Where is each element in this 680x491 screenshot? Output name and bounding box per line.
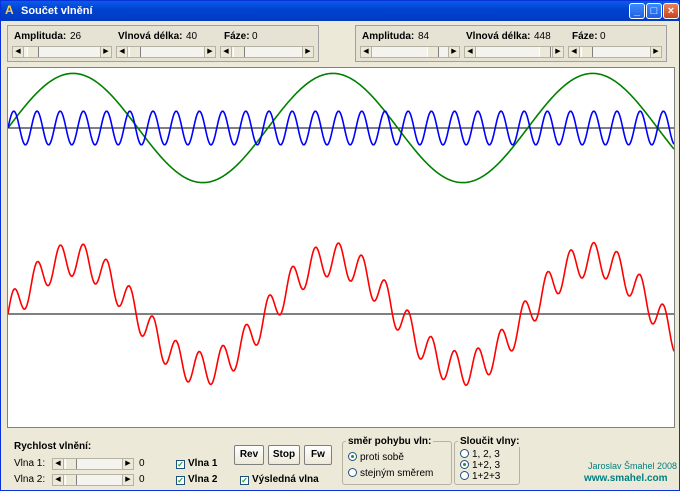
wave-left-wavelength-slider[interactable]: ◀ ▶: [116, 46, 216, 58]
author-credit: Jaroslav Šmahel 2008: [588, 461, 678, 471]
slider-thumb[interactable]: [581, 47, 593, 57]
scroll-left-icon[interactable]: ◀: [569, 47, 580, 57]
scroll-right-icon[interactable]: ▶: [650, 47, 661, 57]
fw-button[interactable]: Fw: [304, 445, 332, 465]
minimize-button[interactable]: _: [629, 3, 645, 19]
wave2-checkbox[interactable]: ✓ Vlna 2: [176, 474, 217, 485]
stop-button[interactable]: Stop: [268, 445, 300, 465]
direction-opposite-label: proti sobě: [360, 452, 404, 463]
wave1-checkbox-label: Vlna 1: [188, 458, 218, 469]
checkmark-icon: ✓: [176, 476, 185, 485]
checkmark-icon: ✓: [176, 460, 185, 469]
radio-selected-icon: [460, 460, 469, 469]
wave2-speed-slider[interactable]: ◀ ▶: [52, 474, 134, 486]
direction-same-radio[interactable]: stejným směrem: [348, 468, 433, 479]
close-button[interactable]: ×: [663, 3, 679, 19]
merge-option-1-radio[interactable]: 1, 2, 3: [460, 449, 500, 460]
scroll-left-icon[interactable]: ◀: [465, 47, 476, 57]
result-wave-checkbox-label: Výsledná vlna: [252, 474, 319, 485]
maximize-button[interactable]: □: [646, 3, 662, 19]
slider-thumb[interactable]: [233, 47, 245, 57]
wave-right-wavelength-label: Vlnová délka:: [466, 31, 531, 42]
wave-left-wavelength-label: Vlnová délka:: [118, 31, 183, 42]
wave-right-phase-label: Fáze:: [572, 31, 598, 42]
speed-title: Rychlost vlnění:: [14, 441, 92, 452]
scroll-right-icon[interactable]: ▶: [122, 475, 133, 485]
wave-left-amplitude-slider[interactable]: ◀ ▶: [12, 46, 112, 58]
radio-unselected-icon: [348, 468, 357, 477]
wave1-speed-slider[interactable]: ◀ ▶: [52, 458, 134, 470]
wave-left-phase-label: Fáze:: [224, 31, 250, 42]
wave2-checkbox-label: Vlna 2: [188, 474, 218, 485]
slider-thumb[interactable]: [27, 47, 39, 57]
wave-plot: [7, 72, 675, 387]
wave-left-amplitude-value: 26: [70, 31, 82, 42]
wave-right-amplitude-label: Amplituda:: [362, 31, 415, 42]
wave-right-phase-value: 0: [600, 31, 606, 42]
title-bar[interactable]: A Součet vlnění _ □ ×: [1, 1, 679, 21]
close-icon: ×: [667, 5, 675, 17]
wave-left-wavelength-value: 40: [186, 31, 198, 42]
direction-title: směr pohybu vln:: [346, 436, 434, 447]
author-url: www.smahel.com: [584, 473, 668, 484]
wave-right-wavelength-slider[interactable]: ◀ ▶: [464, 46, 564, 58]
wave-right-amplitude-value: 84: [418, 31, 430, 42]
slider-thumb[interactable]: [539, 47, 551, 57]
minimize-icon: _: [633, 5, 641, 17]
rev-button[interactable]: Rev: [234, 445, 264, 465]
merge-option-3-radio[interactable]: 1+2+3: [460, 471, 500, 482]
merge-option-2-label: 1+2, 3: [472, 460, 501, 471]
wave-left-phase-slider[interactable]: ◀ ▶: [220, 46, 314, 58]
slider-thumb[interactable]: [129, 47, 141, 57]
scroll-left-icon[interactable]: ◀: [53, 475, 64, 485]
scroll-left-icon[interactable]: ◀: [13, 47, 24, 57]
wave-right-wavelength-value: 448: [534, 31, 551, 42]
wave2-speed-label: Vlna 2:: [14, 474, 46, 485]
wave-left-panel: Amplituda: 26 ◀ ▶ Vlnová délka: 40 ◀ ▶ F…: [7, 25, 319, 62]
wave-left-amplitude-label: Amplituda:: [14, 31, 67, 42]
merge-title: Sloučit vlny:: [458, 436, 522, 447]
scroll-right-icon[interactable]: ▶: [448, 47, 459, 57]
scroll-left-icon[interactable]: ◀: [53, 459, 64, 469]
scroll-right-icon[interactable]: ▶: [552, 47, 563, 57]
window-title: Součet vlnění: [21, 5, 93, 17]
wave1-speed-label: Vlna 1:: [14, 458, 46, 469]
wave-right-panel: Amplituda: 84 ◀ ▶ Vlnová délka: 448 ◀ ▶ …: [355, 25, 667, 62]
wave-right-amplitude-slider[interactable]: ◀ ▶: [360, 46, 460, 58]
slider-thumb[interactable]: [65, 475, 77, 485]
scroll-left-icon[interactable]: ◀: [361, 47, 372, 57]
main-window: A Součet vlnění _ □ × Amplituda: 26 ◀ ▶ …: [0, 0, 680, 491]
scroll-right-icon[interactable]: ▶: [204, 47, 215, 57]
radio-unselected-icon: [460, 471, 469, 480]
merge-option-1-label: 1, 2, 3: [472, 449, 500, 460]
merge-option-3-label: 1+2+3: [472, 471, 501, 482]
scroll-left-icon[interactable]: ◀: [221, 47, 232, 57]
scroll-right-icon[interactable]: ▶: [122, 459, 133, 469]
wave2-speed-value: 0: [139, 474, 145, 485]
maximize-icon: □: [650, 5, 658, 17]
wave-canvas: [7, 67, 675, 428]
direction-same-label: stejným směrem: [360, 468, 434, 479]
direction-opposite-radio[interactable]: proti sobě: [348, 452, 404, 463]
slider-thumb[interactable]: [427, 47, 439, 57]
wave1-speed-value: 0: [139, 458, 145, 469]
radio-selected-icon: [348, 452, 357, 461]
scroll-right-icon[interactable]: ▶: [100, 47, 111, 57]
slider-thumb[interactable]: [65, 459, 77, 469]
app-icon: A: [5, 3, 14, 17]
wave-left-phase-value: 0: [252, 31, 258, 42]
merge-option-2-radio[interactable]: 1+2, 3: [460, 460, 500, 471]
radio-unselected-icon: [460, 449, 469, 458]
result-wave-checkbox[interactable]: ✓ Výsledná vlna: [240, 474, 319, 485]
scroll-left-icon[interactable]: ◀: [117, 47, 128, 57]
wave-right-phase-slider[interactable]: ◀ ▶: [568, 46, 662, 58]
wave1-checkbox[interactable]: ✓ Vlna 1: [176, 458, 217, 469]
checkmark-icon: ✓: [240, 476, 249, 485]
scroll-right-icon[interactable]: ▶: [302, 47, 313, 57]
bottom-panel: Rychlost vlnění: Vlna 1: ◀ ▶ 0 Vlna 2: ◀…: [7, 432, 678, 487]
